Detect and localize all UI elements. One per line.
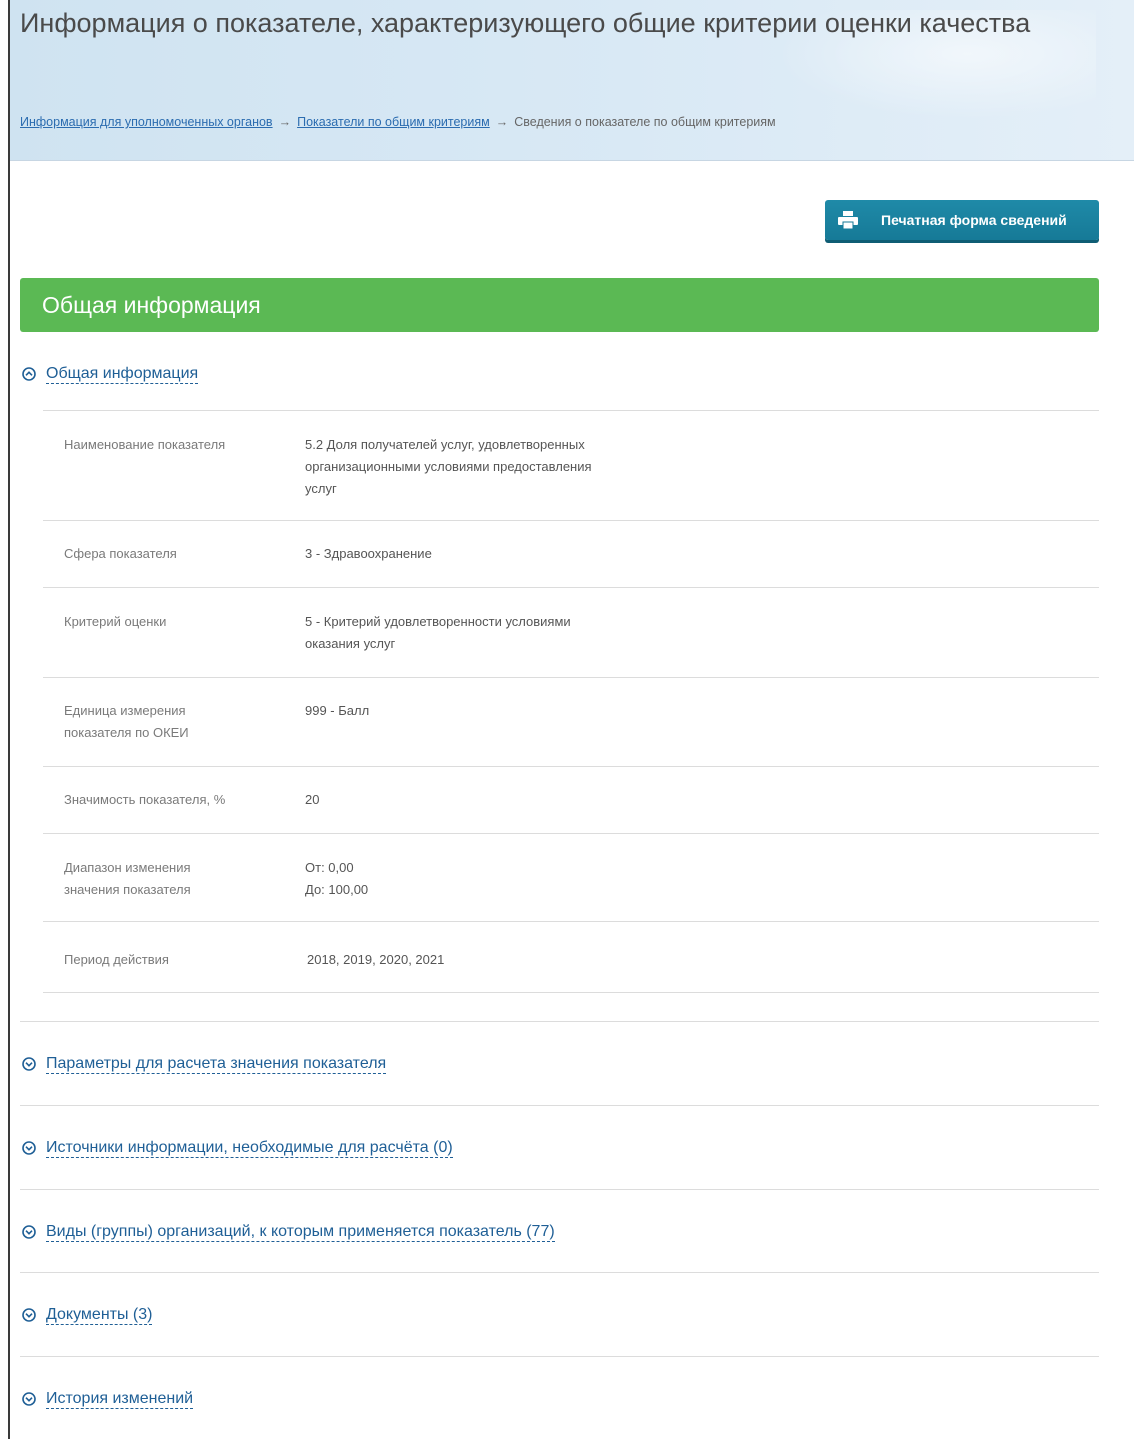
divider (43, 677, 1099, 678)
printer-icon (833, 200, 863, 240)
divider (43, 587, 1099, 588)
section-toggle-general[interactable]: Общая информация (22, 363, 199, 385)
section-title: Параметры для расчета значения показател… (46, 1054, 387, 1074)
chevron-up-icon (22, 367, 36, 381)
field-label-unit: Единица измерения показателя по ОКЕИ (64, 703, 189, 740)
divider (43, 833, 1099, 834)
divider (20, 1189, 1099, 1190)
chevron-down-icon (22, 1225, 36, 1239)
field-label-period: Период действия (64, 952, 169, 967)
chevron-down-icon (22, 1308, 36, 1322)
print-form-label: Печатная форма сведений (881, 212, 1067, 228)
print-form-button[interactable]: Печатная форма сведений (825, 200, 1099, 240)
section-title: Виды (группы) организаций, к которым при… (46, 1222, 555, 1242)
section-title: История изменений (46, 1389, 194, 1409)
divider (43, 520, 1099, 521)
field-value-unit: 999 - Балл (305, 703, 370, 718)
section-title: Документы (3) (46, 1305, 153, 1325)
section-toggle-org-types[interactable]: Виды (группы) организаций, к которым при… (22, 1221, 555, 1243)
page-frame: Информация о показателе, характеризующег… (8, 0, 1134, 1439)
field-value-period: 2018, 2019, 2020, 2021 (307, 952, 445, 967)
field-value-range: От: 0,00 До: 100,00 (305, 860, 369, 897)
breadcrumb-link-indicators[interactable]: Показатели по общим критериям (297, 115, 490, 129)
section-toggle-calc-params[interactable]: Параметры для расчета значения показател… (22, 1053, 387, 1075)
section-toggle-sources[interactable]: Источники информации, необходимые для ра… (22, 1137, 453, 1159)
breadcrumb-link-authorities[interactable]: Информация для уполномоченных органов (20, 115, 273, 129)
field-value-criterion: 5 - Критерий удовлетворенности условиями… (305, 614, 571, 651)
divider (20, 1272, 1099, 1273)
section-toggle-history[interactable]: История изменений (22, 1388, 194, 1410)
divider (43, 992, 1099, 993)
page-title: Информация о показателе, характеризующег… (20, 8, 1031, 38)
divider (20, 1021, 1099, 1022)
divider (43, 410, 1099, 411)
field-value-indicator-name: 5.2 Доля получателей услуг, удовлетворен… (305, 437, 592, 496)
chevron-down-icon (22, 1057, 36, 1071)
section-banner: Общая информация (20, 278, 1099, 332)
divider (20, 1356, 1099, 1357)
field-value-sphere: 3 - Здравоохранение (305, 546, 432, 561)
page-header: Информация о показателе, характеризующег… (10, 0, 1134, 161)
field-label-sphere: Сфера показателя (64, 546, 177, 561)
field-label-range: Диапазон изменения значения показателя (64, 860, 191, 897)
breadcrumb-current: Сведения о показателе по общим критериям (514, 115, 776, 129)
section-toggle-documents[interactable]: Документы (3) (22, 1304, 153, 1326)
field-label-indicator-name: Наименование показателя (64, 437, 226, 452)
field-label-weight: Значимость показателя, % (64, 792, 226, 807)
chevron-down-icon (22, 1141, 36, 1155)
section-title: Источники информации, необходимые для ра… (46, 1138, 453, 1158)
divider (43, 921, 1099, 922)
divider (20, 1105, 1099, 1106)
section-title: Общая информация (46, 364, 199, 384)
divider (43, 766, 1099, 767)
breadcrumb: Информация для уполномоченных органов → По… (20, 115, 776, 129)
field-label-criterion: Критерий оценки (64, 614, 167, 629)
breadcrumb-arrow-icon: → (495, 115, 509, 129)
field-value-weight: 20 (305, 792, 320, 807)
breadcrumb-arrow-icon: → (278, 115, 292, 129)
chevron-down-icon (22, 1392, 36, 1406)
